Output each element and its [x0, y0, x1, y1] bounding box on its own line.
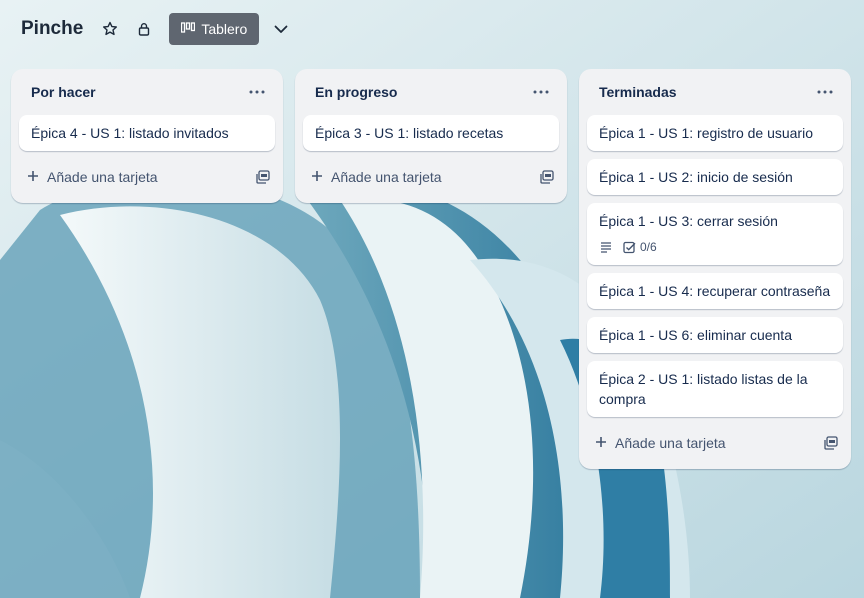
plus-icon: [27, 169, 39, 185]
more-options-icon[interactable]: [811, 78, 839, 106]
description-icon: [599, 241, 613, 253]
card[interactable]: Épica 1 - US 3: cerrar sesión 0/6: [587, 203, 843, 265]
board-view-label: Tablero: [201, 21, 248, 37]
card-template-icon[interactable]: [823, 435, 839, 451]
card-template-icon[interactable]: [539, 169, 555, 185]
add-card-label: Añade una tarjeta: [47, 169, 158, 185]
board-header: Pinche Tablero: [0, 0, 864, 58]
add-card-button[interactable]: Añade una tarjeta: [27, 169, 158, 185]
list-por-hacer: Por hacer Épica 4 - US 1: listado invita…: [11, 69, 283, 203]
card[interactable]: Épica 1 - US 6: eliminar cuenta: [587, 317, 843, 353]
card[interactable]: Épica 1 - US 2: inicio de sesión: [587, 159, 843, 195]
board-view-icon: [181, 21, 196, 37]
chevron-down-icon[interactable]: [267, 15, 295, 43]
checklist-icon: [623, 241, 636, 253]
lock-icon[interactable]: [131, 15, 157, 43]
card-template-icon[interactable]: [255, 169, 271, 185]
checklist-badge: 0/6: [623, 237, 657, 257]
list-terminadas: Terminadas Épica 1 - US 1: registro de u…: [579, 69, 851, 469]
add-card-button[interactable]: Añade una tarjeta: [595, 435, 726, 451]
card[interactable]: Épica 4 - US 1: listado invitados: [19, 115, 275, 151]
card[interactable]: Épica 1 - US 4: recuperar contraseña: [587, 273, 843, 309]
more-options-icon[interactable]: [527, 78, 555, 106]
list-title[interactable]: Por hacer: [31, 84, 96, 100]
card-badges: 0/6: [599, 237, 831, 257]
checklist-count: 0/6: [640, 240, 657, 254]
star-icon[interactable]: [97, 15, 123, 43]
card-title: Épica 1 - US 3: cerrar sesión: [599, 213, 778, 229]
card[interactable]: Épica 2 - US 1: listado listas de la com…: [587, 361, 843, 417]
board-title[interactable]: Pinche: [21, 18, 83, 40]
list-title[interactable]: En progreso: [315, 84, 397, 100]
card[interactable]: Épica 1 - US 1: registro de usuario: [587, 115, 843, 151]
board-view-button[interactable]: Tablero: [169, 13, 260, 45]
list-title[interactable]: Terminadas: [599, 84, 677, 100]
add-card-button[interactable]: Añade una tarjeta: [311, 169, 442, 185]
plus-icon: [311, 169, 323, 185]
list-en-progreso: En progreso Épica 3 - US 1: listado rece…: [295, 69, 567, 203]
more-options-icon[interactable]: [243, 78, 271, 106]
card[interactable]: Épica 3 - US 1: listado recetas: [303, 115, 559, 151]
plus-icon: [595, 435, 607, 451]
add-card-label: Añade una tarjeta: [615, 435, 726, 451]
add-card-label: Añade una tarjeta: [331, 169, 442, 185]
